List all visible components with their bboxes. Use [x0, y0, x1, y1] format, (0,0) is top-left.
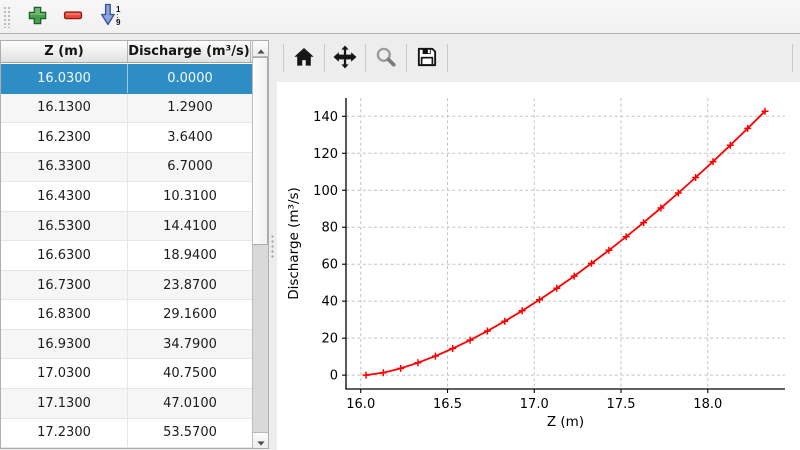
svg-text:140: 140: [313, 110, 338, 125]
home-icon: [293, 46, 315, 71]
table-scrollbar[interactable]: [252, 41, 268, 448]
svg-text:17.5: 17.5: [607, 397, 636, 412]
table-row[interactable]: 17.130047.0100: [1, 389, 252, 419]
application-window: 1 9 Z (m) Discharge (m³/s) 16.03000.0000…: [0, 0, 800, 450]
svg-text:40: 40: [321, 295, 338, 310]
cell-z[interactable]: 17.2300: [1, 419, 128, 448]
cell-z[interactable]: 16.6300: [1, 241, 128, 270]
add-row-button[interactable]: [21, 3, 53, 31]
scroll-up-button[interactable]: [253, 41, 268, 57]
cell-discharge[interactable]: 0.0000: [128, 64, 252, 93]
svg-text:80: 80: [321, 221, 338, 236]
cell-discharge[interactable]: 6.7000: [128, 153, 252, 182]
triangle-up-icon: [257, 39, 265, 58]
svg-text:Z (m): Z (m): [547, 414, 584, 430]
sort-ascending-button[interactable]: 1 9: [93, 3, 125, 31]
svg-text:Discharge (m³/s): Discharge (m³/s): [286, 187, 302, 300]
svg-text:120: 120: [313, 147, 338, 162]
cell-discharge[interactable]: 53.5700: [128, 419, 252, 448]
table-header: Z (m) Discharge (m³/s): [1, 41, 268, 63]
svg-text:100: 100: [313, 184, 338, 199]
svg-text:16.0: 16.0: [346, 397, 375, 412]
cell-discharge[interactable]: 23.8700: [128, 271, 252, 300]
table-row[interactable]: 16.730023.8700: [1, 271, 252, 301]
cell-z[interactable]: 17.1300: [1, 389, 128, 418]
scroll-down-button[interactable]: [253, 432, 268, 448]
splitter-handle[interactable]: [269, 34, 277, 450]
cell-z[interactable]: 16.5300: [1, 212, 128, 241]
cell-z[interactable]: 16.2300: [1, 123, 128, 152]
chart-panel: 16.0 16.5 17.0 17.5 18.0 0 20 40 60 80 100 120 140 Z …: [277, 34, 800, 450]
table-row[interactable]: 16.830029.1600: [1, 300, 252, 330]
chart-figure: 16.0 16.5 17.0 17.5 18.0 0 20 40 60 80 100 120 140 Z …: [277, 82, 800, 450]
svg-text:16.5: 16.5: [433, 397, 462, 412]
chart-canvas[interactable]: 16.0 16.5 17.0 17.5 18.0 0 20 40 60 80 100 120 140 Z …: [277, 82, 800, 450]
pan-icon: [333, 45, 357, 72]
table-row[interactable]: 16.23003.6400: [1, 123, 252, 153]
home-view-button[interactable]: [287, 41, 321, 75]
plus-icon: [28, 6, 47, 28]
table-row[interactable]: 16.03000.0000: [1, 64, 252, 94]
toolbar-drag-handle[interactable]: [3, 6, 11, 28]
cell-discharge[interactable]: 3.6400: [128, 123, 252, 152]
table-row[interactable]: 16.13001.2900: [1, 94, 252, 124]
cell-z[interactable]: 17.0300: [1, 359, 128, 388]
table-body: 16.03000.000016.13001.290016.23003.64001…: [1, 64, 252, 448]
sort-order-badges: 1 9: [115, 4, 123, 30]
cell-z[interactable]: 16.8300: [1, 300, 128, 329]
splitter-grip-icon: [270, 234, 276, 258]
table-row[interactable]: 16.930034.7900: [1, 330, 252, 360]
table-row[interactable]: 16.530014.4100: [1, 212, 252, 242]
svg-text:20: 20: [321, 332, 338, 347]
column-header-z[interactable]: Z (m): [1, 41, 128, 62]
svg-text:0: 0: [330, 369, 338, 384]
cell-z[interactable]: 16.3300: [1, 153, 128, 182]
svg-text:17.0: 17.0: [520, 397, 549, 412]
save-figure-button[interactable]: [410, 41, 444, 75]
cell-z[interactable]: 16.4300: [1, 182, 128, 211]
svg-text:18.0: 18.0: [693, 397, 722, 412]
cell-discharge[interactable]: 10.3100: [128, 182, 252, 211]
triangle-down-icon: [257, 431, 265, 450]
cell-discharge[interactable]: 18.9400: [128, 241, 252, 270]
column-header-discharge[interactable]: Discharge (m³/s): [128, 41, 251, 62]
rating-curve-table: Z (m) Discharge (m³/s) 16.03000.000016.1…: [0, 40, 269, 449]
scrollbar-thumb[interactable]: [253, 57, 268, 245]
zoom-to-rect-button[interactable]: [369, 41, 403, 75]
cell-z[interactable]: 16.1300: [1, 94, 128, 123]
svg-text:60: 60: [321, 258, 338, 273]
table-row[interactable]: 16.430010.3100: [1, 182, 252, 212]
pan-button[interactable]: [328, 41, 362, 75]
remove-row-button[interactable]: [57, 3, 89, 31]
chart-toolbar: [277, 34, 800, 82]
main-toolbar: 1 9: [0, 0, 800, 34]
cell-z[interactable]: 16.0300: [1, 64, 128, 93]
cell-discharge[interactable]: 1.2900: [128, 94, 252, 123]
table-row[interactable]: 17.030040.7500: [1, 359, 252, 389]
cell-discharge[interactable]: 40.7500: [128, 359, 252, 388]
table-row[interactable]: 16.33006.7000: [1, 153, 252, 183]
cell-discharge[interactable]: 34.7900: [128, 330, 252, 359]
cell-discharge[interactable]: 14.4100: [128, 212, 252, 241]
cell-z[interactable]: 16.7300: [1, 271, 128, 300]
table-row[interactable]: 17.230053.5700: [1, 419, 252, 448]
zoom-icon: [375, 46, 397, 71]
cell-discharge[interactable]: 29.1600: [128, 300, 252, 329]
table-row[interactable]: 16.630018.9400: [1, 241, 252, 271]
minus-icon: [63, 5, 83, 28]
cell-z[interactable]: 16.9300: [1, 330, 128, 359]
save-icon: [416, 46, 438, 71]
cell-discharge[interactable]: 47.0100: [128, 389, 252, 418]
